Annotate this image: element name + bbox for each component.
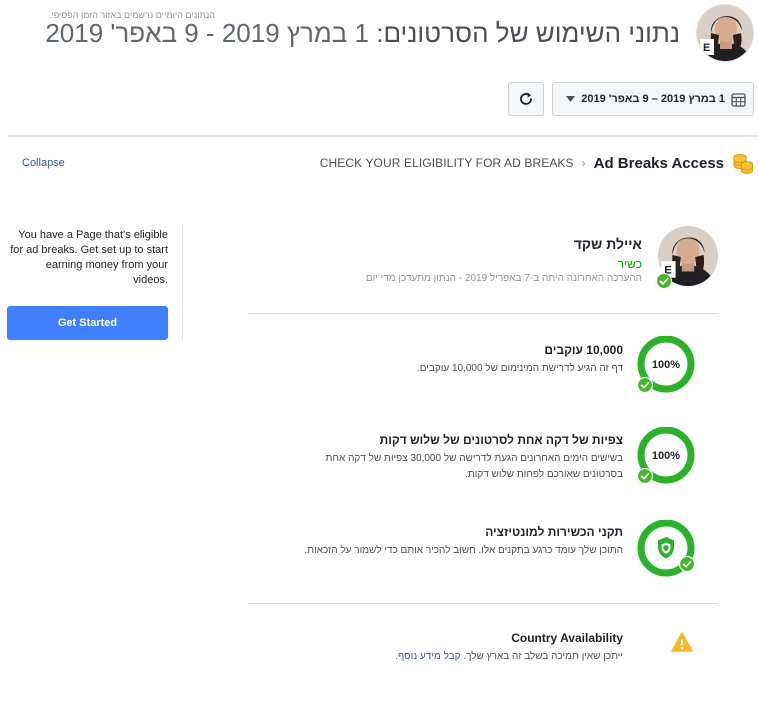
get-started-button[interactable]: Get Started — [7, 306, 168, 340]
breadcrumb-separator: › — [581, 156, 586, 170]
views-progress-ring: 100% — [636, 427, 695, 485]
last-evaluation-note: ההערכה האחרונה היתה ב-7 באפריל 2019 - הנ… — [365, 273, 642, 284]
requirement-text: 10,000 עוקבים דף זה הגיע לדרישת המינימום… — [283, 342, 623, 377]
requirement-text: תקני הכשירות למונטיזציה התוכן שלך עומד כ… — [283, 524, 623, 559]
views-progress-label: 100% — [652, 450, 680, 462]
header-divider — [8, 135, 758, 137]
collapse-link[interactable]: Collapse — [22, 157, 65, 169]
warning-icon — [671, 632, 693, 652]
requirement-monetization-standards: תקני הכשירות למונטיזציה התוכן שלך עומד כ… — [248, 520, 718, 594]
eligible-check-icon — [656, 273, 672, 289]
requirement-views: צפיות של דקה אחת לסרטונים של שלוש דקות ב… — [248, 427, 718, 502]
requirement-title: צפיות של דקה אחת לסרטונים של שלוש דקות — [379, 433, 623, 447]
eligibility-message: You have a Page that's eligible for ad b… — [10, 229, 168, 286]
refresh-button[interactable] — [508, 82, 544, 116]
requirement-text: צפיות של דקה אחת לסרטונים של שלוש דקות ב… — [283, 432, 623, 483]
svg-text:E: E — [703, 42, 710, 54]
country-description: ייתכן שאין תמיכה בשלב זה בארץ שלך. קבל מ… — [283, 649, 623, 665]
country-availability: Country Availability ייתכן שאין תמיכה בש… — [248, 630, 718, 680]
breadcrumb: CHECK YOUR ELIGIBILITY FOR AD BREAKS › A… — [320, 152, 754, 174]
requirement-description: התוכן שלך עומד כרגע בתקנים אלו. חשוב להכ… — [304, 545, 623, 556]
shield-icon — [637, 520, 696, 577]
toolbar: 1 במרץ 2019 – 9 באפר' 2019 — [508, 82, 754, 116]
requirement-description: דף זה הגיע לדרישת המינימום של 10,000 עוק… — [416, 363, 623, 374]
profile-name: איילת שקד — [573, 236, 642, 252]
section-divider — [248, 603, 718, 604]
breadcrumb-step[interactable]: CHECK YOUR ELIGIBILITY FOR AD BREAKS — [320, 156, 574, 170]
country-title: Country Availability — [511, 631, 623, 645]
eligibility-sidebar: You have a Page that's eligible for ad b… — [0, 224, 183, 340]
country-message: ייתכן שאין תמיכה בשלב זה בארץ שלך. — [463, 651, 623, 662]
requirement-followers: 10,000 עוקבים דף זה הגיע לדרישת המינימום… — [248, 336, 718, 402]
country-text: Country Availability ייתכן שאין תמיכה בש… — [283, 630, 623, 665]
eligibility-status: כשיר — [617, 257, 642, 271]
avatar-image: E — [697, 5, 753, 61]
coins-icon — [733, 154, 753, 174]
refresh-icon — [520, 92, 532, 105]
date-range-label: 1 במרץ 2019 – 9 באפר' 2019 — [581, 93, 725, 105]
profile-card: E איילת שקד כשיר ההערכה האחרונה היתה ב-7… — [248, 220, 718, 300]
followers-progress-label: 100% — [652, 359, 680, 371]
caret-down-icon — [566, 96, 576, 102]
breadcrumb-title: Ad Breaks Access — [593, 154, 724, 172]
page-avatar[interactable]: E — [696, 4, 754, 62]
followers-progress-ring: 100% — [636, 336, 695, 394]
page-title-label: נתוני השימוש של הסרטונים: — [376, 18, 680, 48]
section-divider — [248, 313, 718, 314]
requirement-title: 10,000 עוקבים — [544, 343, 623, 357]
page-title: נתוני השימוש של הסרטונים: 1 במרץ 2019 - … — [45, 18, 680, 50]
calendar-icon — [731, 92, 746, 107]
learn-more-link[interactable]: קבל מידע נוסף. — [395, 651, 460, 662]
requirement-description: בשישים הימים האחרונים הגעת לדרישה של 30,… — [325, 453, 623, 480]
date-range-picker[interactable]: 1 במרץ 2019 – 9 באפר' 2019 — [552, 82, 754, 116]
requirement-title: תקני הכשירות למונטיזציה — [485, 525, 623, 539]
page-title-dates: 1 במרץ 2019 - 9 באפר' 2019 — [45, 18, 369, 48]
